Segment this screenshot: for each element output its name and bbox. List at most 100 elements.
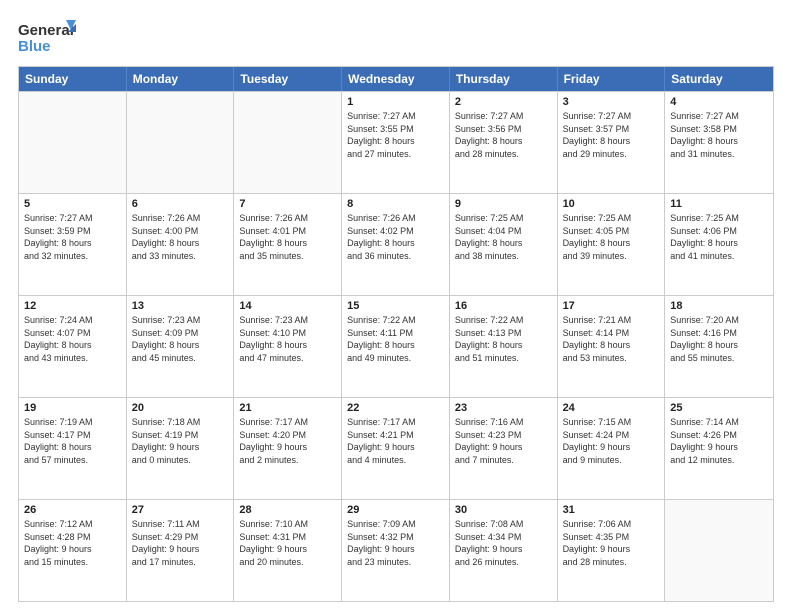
- day-number: 31: [563, 504, 660, 516]
- cell-text: Sunrise: 7:27 AM Sunset: 3:58 PM Dayligh…: [670, 110, 768, 160]
- day-number: 27: [132, 504, 229, 516]
- cal-header-tuesday: Tuesday: [234, 67, 342, 91]
- day-number: 9: [455, 198, 552, 210]
- cal-header-wednesday: Wednesday: [342, 67, 450, 91]
- cal-week-1: 1 Sunrise: 7:27 AM Sunset: 3:55 PM Daylig…: [19, 91, 773, 193]
- cell-text: Sunrise: 7:11 AM Sunset: 4:29 PM Dayligh…: [132, 518, 229, 568]
- cal-cell: 8 Sunrise: 7:26 AM Sunset: 4:02 PM Daylig…: [342, 194, 450, 295]
- cal-cell: 14 Sunrise: 7:23 AM Sunset: 4:10 PM Dayli…: [234, 296, 342, 397]
- day-number: 1: [347, 96, 444, 108]
- header: GeneralBlue: [18, 18, 774, 56]
- day-number: 13: [132, 300, 229, 312]
- day-number: 5: [24, 198, 121, 210]
- svg-text:General: General: [18, 22, 74, 39]
- cal-cell: 24Sunrise: 7:15 AM Sunset: 4:24 PM Dayli…: [558, 398, 666, 499]
- cal-cell: 28 Sunrise: 7:10 AM Sunset: 4:31 PM Dayli…: [234, 500, 342, 601]
- day-number: 20: [132, 402, 229, 414]
- cal-cell: 6Sunrise: 7:26 AM Sunset: 4:00 PM Daylig…: [127, 194, 235, 295]
- cal-cell: 3 Sunrise: 7:27 AM Sunset: 3:57 PM Daylig…: [558, 92, 666, 193]
- cell-text: Sunrise: 7:18 AM Sunset: 4:19 PM Dayligh…: [132, 416, 229, 466]
- cell-text: Sunrise: 7:27 AM Sunset: 3:57 PM Dayligh…: [563, 110, 660, 160]
- cal-cell: 29 Sunrise: 7:09 AM Sunset: 4:32 PM Dayli…: [342, 500, 450, 601]
- cell-text: Sunrise: 7:22 AM Sunset: 4:11 PM Dayligh…: [347, 314, 444, 364]
- day-number: 30: [455, 504, 552, 516]
- day-number: 14: [239, 300, 336, 312]
- day-number: 21: [239, 402, 336, 414]
- cell-text: Sunrise: 7:22 AM Sunset: 4:13 PM Dayligh…: [455, 314, 552, 364]
- calendar: SundayMondayTuesdayWednesdayThursdayFrid…: [18, 66, 774, 602]
- cell-text: Sunrise: 7:23 AM Sunset: 4:09 PM Dayligh…: [132, 314, 229, 364]
- cell-text: Sunrise: 7:27 AM Sunset: 3:55 PM Dayligh…: [347, 110, 444, 160]
- cell-text: Sunrise: 7:19 AM Sunset: 4:17 PM Dayligh…: [24, 416, 121, 466]
- cal-cell: 15 Sunrise: 7:22 AM Sunset: 4:11 PM Dayli…: [342, 296, 450, 397]
- cal-cell: 26Sunrise: 7:12 AM Sunset: 4:28 PM Dayli…: [19, 500, 127, 601]
- cal-header-friday: Friday: [558, 67, 666, 91]
- cell-text: Sunrise: 7:15 AM Sunset: 4:24 PM Dayligh…: [563, 416, 660, 466]
- cal-cell: 17 Sunrise: 7:21 AM Sunset: 4:14 PM Dayli…: [558, 296, 666, 397]
- calendar-body: 1 Sunrise: 7:27 AM Sunset: 3:55 PM Daylig…: [19, 91, 773, 601]
- logo: GeneralBlue: [18, 18, 76, 56]
- day-number: 29: [347, 504, 444, 516]
- cell-text: Sunrise: 7:09 AM Sunset: 4:32 PM Dayligh…: [347, 518, 444, 568]
- cell-text: Sunrise: 7:27 AM Sunset: 3:59 PM Dayligh…: [24, 212, 121, 262]
- cal-cell: 5 Sunrise: 7:27 AM Sunset: 3:59 PM Daylig…: [19, 194, 127, 295]
- day-number: 25: [670, 402, 768, 414]
- cell-text: Sunrise: 7:06 AM Sunset: 4:35 PM Dayligh…: [563, 518, 660, 568]
- cal-header-sunday: Sunday: [19, 67, 127, 91]
- cal-week-4: 19 Sunrise: 7:19 AM Sunset: 4:17 PM Dayli…: [19, 397, 773, 499]
- calendar-header-row: SundayMondayTuesdayWednesdayThursdayFrid…: [19, 67, 773, 91]
- day-number: 3: [563, 96, 660, 108]
- cell-text: Sunrise: 7:12 AM Sunset: 4:28 PM Dayligh…: [24, 518, 121, 568]
- cell-text: Sunrise: 7:25 AM Sunset: 4:04 PM Dayligh…: [455, 212, 552, 262]
- day-number: 28: [239, 504, 336, 516]
- day-number: 10: [563, 198, 660, 210]
- cal-cell: 31 Sunrise: 7:06 AM Sunset: 4:35 PM Dayli…: [558, 500, 666, 601]
- cell-text: Sunrise: 7:08 AM Sunset: 4:34 PM Dayligh…: [455, 518, 552, 568]
- cal-cell: 20 Sunrise: 7:18 AM Sunset: 4:19 PM Dayli…: [127, 398, 235, 499]
- cal-cell: 10 Sunrise: 7:25 AM Sunset: 4:05 PM Dayli…: [558, 194, 666, 295]
- day-number: 15: [347, 300, 444, 312]
- day-number: 12: [24, 300, 121, 312]
- cal-week-3: 12Sunrise: 7:24 AM Sunset: 4:07 PM Dayli…: [19, 295, 773, 397]
- cal-header-saturday: Saturday: [665, 67, 773, 91]
- cell-text: Sunrise: 7:16 AM Sunset: 4:23 PM Dayligh…: [455, 416, 552, 466]
- cal-cell: 16 Sunrise: 7:22 AM Sunset: 4:13 PM Dayli…: [450, 296, 558, 397]
- svg-text:Blue: Blue: [18, 38, 51, 55]
- cal-cell: 25 Sunrise: 7:14 AM Sunset: 4:26 PM Dayli…: [665, 398, 773, 499]
- cal-cell: 11Sunrise: 7:25 AM Sunset: 4:06 PM Dayli…: [665, 194, 773, 295]
- cal-cell: [234, 92, 342, 193]
- cal-cell: 21 Sunrise: 7:17 AM Sunset: 4:20 PM Dayli…: [234, 398, 342, 499]
- cal-cell: 2 Sunrise: 7:27 AM Sunset: 3:56 PM Daylig…: [450, 92, 558, 193]
- cal-cell: 13 Sunrise: 7:23 AM Sunset: 4:09 PM Dayli…: [127, 296, 235, 397]
- cell-text: Sunrise: 7:17 AM Sunset: 4:20 PM Dayligh…: [239, 416, 336, 466]
- cal-cell: 22 Sunrise: 7:17 AM Sunset: 4:21 PM Dayli…: [342, 398, 450, 499]
- day-number: 6: [132, 198, 229, 210]
- day-number: 22: [347, 402, 444, 414]
- cell-text: Sunrise: 7:10 AM Sunset: 4:31 PM Dayligh…: [239, 518, 336, 568]
- cal-cell: 7Sunrise: 7:26 AM Sunset: 4:01 PM Daylig…: [234, 194, 342, 295]
- day-number: 2: [455, 96, 552, 108]
- cell-text: Sunrise: 7:23 AM Sunset: 4:10 PM Dayligh…: [239, 314, 336, 364]
- day-number: 18: [670, 300, 768, 312]
- cal-cell: 18 Sunrise: 7:20 AM Sunset: 4:16 PM Dayli…: [665, 296, 773, 397]
- cal-cell: 9 Sunrise: 7:25 AM Sunset: 4:04 PM Daylig…: [450, 194, 558, 295]
- cal-week-5: 26Sunrise: 7:12 AM Sunset: 4:28 PM Dayli…: [19, 499, 773, 601]
- cell-text: Sunrise: 7:27 AM Sunset: 3:56 PM Dayligh…: [455, 110, 552, 160]
- day-number: 8: [347, 198, 444, 210]
- day-number: 16: [455, 300, 552, 312]
- cal-cell: [19, 92, 127, 193]
- cell-text: Sunrise: 7:20 AM Sunset: 4:16 PM Dayligh…: [670, 314, 768, 364]
- cal-header-monday: Monday: [127, 67, 235, 91]
- day-number: 17: [563, 300, 660, 312]
- cell-text: Sunrise: 7:26 AM Sunset: 4:02 PM Dayligh…: [347, 212, 444, 262]
- cal-cell: 19 Sunrise: 7:19 AM Sunset: 4:17 PM Dayli…: [19, 398, 127, 499]
- cal-header-thursday: Thursday: [450, 67, 558, 91]
- day-number: 4: [670, 96, 768, 108]
- cell-text: Sunrise: 7:25 AM Sunset: 4:05 PM Dayligh…: [563, 212, 660, 262]
- cal-cell: 1 Sunrise: 7:27 AM Sunset: 3:55 PM Daylig…: [342, 92, 450, 193]
- cell-text: Sunrise: 7:17 AM Sunset: 4:21 PM Dayligh…: [347, 416, 444, 466]
- day-number: 19: [24, 402, 121, 414]
- cell-text: Sunrise: 7:21 AM Sunset: 4:14 PM Dayligh…: [563, 314, 660, 364]
- day-number: 11: [670, 198, 768, 210]
- cell-text: Sunrise: 7:14 AM Sunset: 4:26 PM Dayligh…: [670, 416, 768, 466]
